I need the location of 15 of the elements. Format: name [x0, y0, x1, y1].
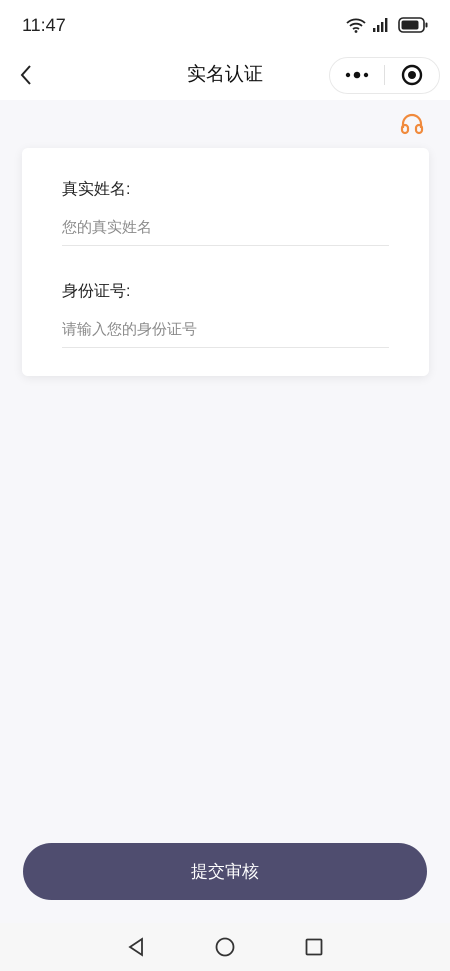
field-label: 真实姓名:	[62, 180, 130, 200]
close-icon[interactable]	[401, 64, 423, 86]
back-nav-icon[interactable]	[127, 937, 145, 957]
wifi-icon	[346, 17, 366, 33]
more-icon[interactable]	[344, 71, 370, 79]
back-icon[interactable]	[19, 64, 33, 86]
status-time: 11:47	[22, 14, 66, 36]
recents-nav-icon[interactable]	[305, 938, 323, 956]
battery-icon	[398, 17, 428, 33]
field-label: 身份证号:	[62, 282, 130, 302]
page-title: 实名认证	[187, 62, 263, 87]
input-field[interactable]: 请输入您的身份证号	[62, 312, 389, 348]
submit-button[interactable]: 提交审核	[23, 843, 427, 900]
input-field[interactable]: 您的真实姓名	[62, 210, 389, 246]
home-nav-icon[interactable]	[215, 937, 235, 957]
